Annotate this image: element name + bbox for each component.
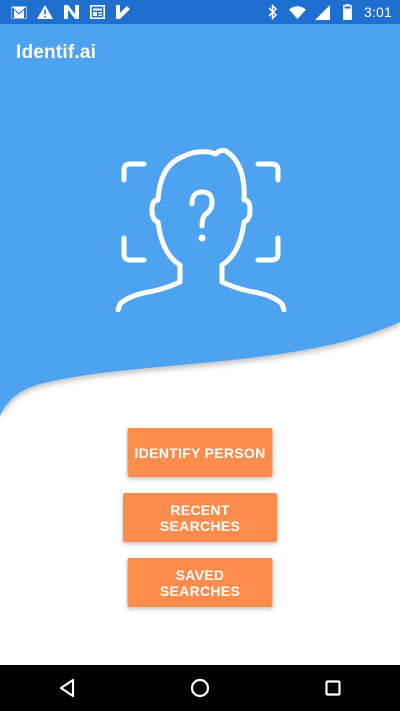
clock-time: 3:01 xyxy=(363,4,392,20)
warning-icon xyxy=(36,3,54,21)
news-icon xyxy=(88,3,106,21)
wifi-icon xyxy=(289,3,307,21)
recents-icon[interactable] xyxy=(313,668,353,708)
battery-icon xyxy=(339,3,357,21)
system-icons: 3:01 xyxy=(264,3,392,21)
saved-searches-button[interactable]: SAVED SEARCHES xyxy=(127,558,273,607)
n-app-icon xyxy=(62,3,80,21)
gmail-icon xyxy=(10,3,28,21)
bluetooth-icon xyxy=(264,3,282,21)
notification-icons xyxy=(10,3,132,21)
home-icon[interactable] xyxy=(180,668,220,708)
check-app-icon xyxy=(114,3,132,21)
hero-banner: Identif.ai xyxy=(0,24,400,424)
back-icon[interactable] xyxy=(47,668,87,708)
signal-icon xyxy=(314,3,332,21)
identify-person-button[interactable]: IDENTIFY PERSON xyxy=(127,428,273,477)
navigation-bar xyxy=(0,665,400,711)
face-scan-icon xyxy=(115,147,287,312)
app-title: Identif.ai xyxy=(16,42,97,63)
status-bar: 3:01 xyxy=(0,0,400,24)
recent-searches-button[interactable]: RECENT SEARCHES xyxy=(123,493,277,542)
